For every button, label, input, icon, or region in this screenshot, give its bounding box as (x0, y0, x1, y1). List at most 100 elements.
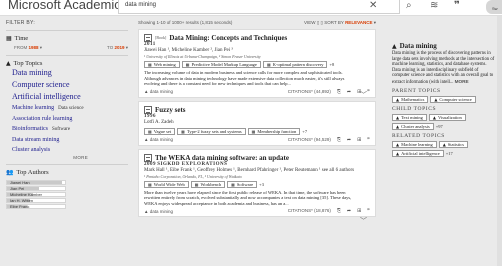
field-chip[interactable]: ▦ Workbench (190, 180, 226, 188)
topic-chip[interactable]: ▲ Mathematics (392, 96, 429, 103)
author-name: Micheline Kamber (10, 191, 43, 197)
sort-dropdown[interactable]: RELEVANCE (345, 20, 372, 25)
topic-chip[interactable]: ▲ Machine learning (392, 141, 437, 148)
bookmark-icon[interactable]: ⊞ (357, 208, 361, 214)
topic-description: Data mining is the process of discoverin… (392, 51, 495, 85)
view-toggle-icon[interactable]: ▯ ▯ (317, 20, 323, 25)
cite-icon[interactable]: ▲ data mining (144, 89, 173, 94)
topic-more-link[interactable]: MORE (455, 79, 469, 84)
topic-link[interactable]: Computer science (12, 79, 128, 91)
author-bar: Jian Pei (6, 185, 66, 191)
divider (6, 30, 128, 31)
time-from-year[interactable]: 1988 (29, 45, 39, 50)
expand-chevron-icon[interactable]: ﹀ (360, 90, 367, 100)
paper-abstract: The increasing volume of data in modern … (144, 70, 345, 86)
quote-icon[interactable]: ❞ (367, 208, 370, 214)
quote-icon[interactable]: ❞ (367, 137, 370, 143)
topics-more-button[interactable]: MORE (6, 155, 128, 160)
topic-chip[interactable]: ▲ Computer science (430, 96, 476, 103)
cite-icon[interactable]: ▲ data mining (144, 209, 173, 214)
document-icon (144, 34, 152, 42)
quote-icon[interactable]: ❞ (454, 0, 460, 11)
citations-count[interactable]: CITATIONS* (44,892) (288, 89, 331, 95)
topic-chip[interactable]: ▲ Statistics (438, 141, 469, 148)
divider (6, 55, 128, 56)
topic-chip[interactable]: ▲ Text mining (392, 114, 427, 121)
results-column: Showing 1-10 of 1000+ results (1,815 sec… (138, 20, 376, 225)
topic-link[interactable]: Association rule learning (12, 116, 72, 122)
share-icon[interactable]: ➦ (347, 208, 351, 214)
author-bar: Jiawei Han (6, 179, 66, 185)
quote-icon[interactable]: ❞ (367, 89, 370, 95)
paper-venue[interactable]: SIGKDD EXPLORATIONS (157, 162, 227, 167)
topic-chip[interactable]: ▲ Artificial intelligence (392, 150, 444, 157)
field-chip[interactable]: ▦ Type-2 fuzzy sets and systems (177, 127, 246, 135)
paper-type-tag: [Book] (155, 35, 167, 40)
paper-authors[interactable]: Mark Hall ¹, Eibe Frank ¹, Geoffrey Holm… (144, 168, 370, 174)
topic-link[interactable]: Cluster analysis (12, 147, 50, 153)
results-toolbar: Showing 1-10 of 1000+ results (1,815 sec… (138, 20, 376, 25)
paper-title-text[interactable]: Data Mining: Concepts and Techniques (169, 34, 287, 42)
brand-logo[interactable]: Microsoft Academic (8, 0, 121, 12)
sort-label: SORT BY (324, 20, 344, 25)
field-chip[interactable]: ▦ Predictive Model Markup Language (181, 61, 261, 68)
field-chip[interactable]: ▦ K-optimal pattern discovery (262, 61, 328, 68)
topic-chip[interactable]: ▲ Visualization (428, 114, 466, 121)
time-range: FROM 1988 ▾ TO 2019 ▾ (14, 45, 128, 50)
paper-year: 1996 (144, 113, 156, 119)
topic-link[interactable]: Software (52, 127, 70, 132)
expand-chevron-icon[interactable]: ﹀ (360, 216, 367, 226)
time-from-label: FROM (14, 45, 28, 50)
document-icon (144, 153, 152, 162)
more-fields-count[interactable]: +7 (302, 129, 307, 134)
citations-count[interactable]: CITATIONS* (94,529) (288, 137, 331, 143)
close-icon[interactable]: ✕ (369, 0, 377, 11)
field-chip[interactable]: ▦ World Wide Web (144, 180, 189, 188)
topic-title: Data mining (399, 42, 437, 50)
search-input[interactable]: data mining (118, 0, 400, 14)
topics-small-list: Machine learning Data science Association… (6, 103, 128, 155)
topic-link[interactable]: Artificial intelligence (12, 91, 128, 103)
paper-title[interactable]: Fuzzy sets (144, 105, 370, 114)
field-chips: ▦ Vague set ▦ Type-2 fuzzy sets and system… (144, 127, 370, 135)
topic-icon: ▲ (392, 42, 397, 50)
library-icon[interactable]: ≋ (430, 0, 438, 11)
document-icon (144, 105, 152, 114)
paper-title-text[interactable]: Fuzzy sets (155, 106, 186, 114)
scroll-area[interactable] (497, 16, 502, 266)
paper-authors[interactable]: Lotfi A. Zadeh (144, 120, 370, 126)
topic-link[interactable]: Bioinformatics (12, 126, 48, 132)
pdf-icon[interactable]: ⎘ (337, 137, 341, 143)
paper-title[interactable]: The WEKA data mining software: an update (144, 153, 370, 162)
author-row[interactable]: Eibe Frank (6, 203, 128, 209)
field-chip[interactable]: ▦ Software (227, 180, 258, 188)
more-related-topics[interactable]: +17 (446, 151, 453, 156)
paper-title[interactable]: [Book] Data Mining: Concepts and Techniq… (144, 34, 370, 42)
topic-link[interactable]: Data mining (12, 67, 128, 79)
citations-count[interactable]: CITATIONS* (18,876) (288, 208, 331, 214)
card-footer: ▲ data mining CITATIONS* (44,892) ⎘ ➦ ⊞ … (144, 89, 370, 95)
bookmark-icon[interactable]: ⊞ (357, 137, 361, 143)
more-child-topics[interactable]: +97 (436, 124, 443, 129)
topic-chip[interactable]: ▲ Cluster analysis (392, 123, 434, 130)
field-chip[interactable]: ▦ Vague set (144, 127, 176, 135)
share-icon[interactable]: ➦ (347, 89, 351, 95)
topic-link[interactable]: Machine learning (12, 105, 54, 111)
pdf-icon[interactable]: ⎘ (337, 208, 341, 214)
field-chips: ▦ World Wide Web ▦ Workbench ▦ Software +3 (144, 180, 370, 188)
share-icon[interactable]: ➦ (347, 137, 351, 143)
topic-link[interactable]: Data stream mining (12, 137, 59, 143)
paper-title-text[interactable]: The WEKA data mining software: an update (155, 154, 289, 162)
field-chip[interactable]: ▦ Membership function (247, 127, 301, 135)
authors-section-header: 👥 Top Authors (6, 169, 128, 176)
cite-icon[interactable]: ▲ data mining (144, 137, 173, 142)
paper-abstract: More than twelve years have elapsed sinc… (144, 189, 352, 206)
search-icon[interactable]: ⌕ (406, 0, 412, 11)
more-fields-count[interactable]: +8 (329, 62, 334, 67)
more-fields-count[interactable]: +3 (259, 182, 264, 187)
field-chip[interactable]: ▦ Web mining (144, 61, 180, 68)
avatar[interactable]: Sw (486, 0, 502, 14)
pdf-icon[interactable]: ⎘ (337, 89, 341, 95)
topic-link[interactable]: Data science (58, 106, 83, 111)
time-to-year[interactable]: 2019 (114, 45, 124, 50)
